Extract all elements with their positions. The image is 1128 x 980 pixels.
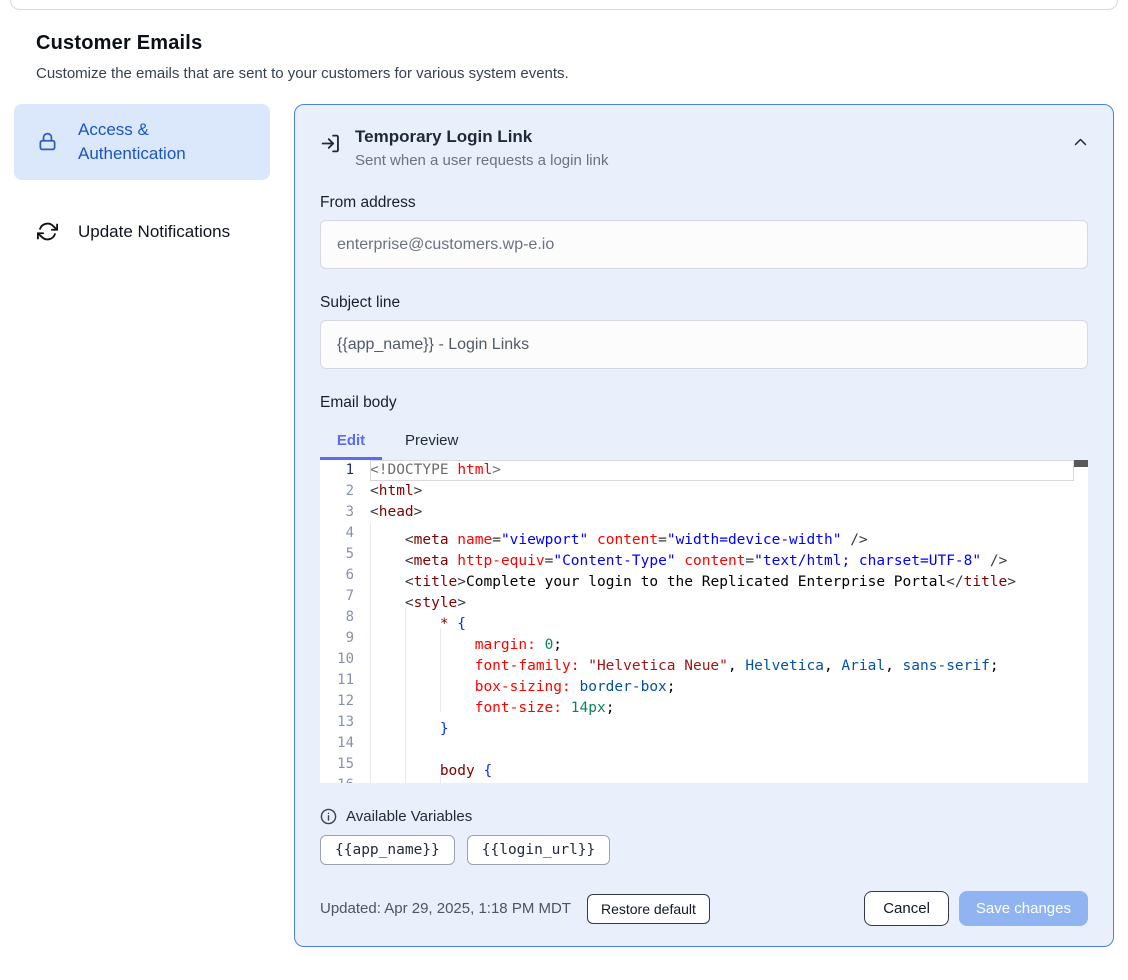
- code-line: 10font-family: "Helvetica Neue", Helveti…: [320, 649, 1088, 670]
- variable-chips: {{app_name}} {{login_url}}: [320, 835, 1088, 865]
- tab-preview[interactable]: Preview: [405, 432, 458, 460]
- code-line: 14: [320, 733, 1088, 754]
- from-address-label: From address: [320, 194, 1088, 212]
- editor-scrollbar-thumb[interactable]: [1074, 460, 1088, 467]
- previous-card-bottom-edge: [10, 0, 1118, 10]
- code-line: 8* {: [320, 607, 1088, 628]
- code-line: 15body {: [320, 754, 1088, 775]
- variable-chip-app-name[interactable]: {{app_name}}: [320, 835, 455, 865]
- code-editor[interactable]: 1<!DOCTYPE html>2<html>3<head>4<meta nam…: [320, 460, 1088, 783]
- subject-line-input[interactable]: [320, 320, 1088, 369]
- code-editor-lines: 1<!DOCTYPE html>2<html>3<head>4<meta nam…: [320, 460, 1088, 783]
- code-line: 16background-color: #ffffff;: [320, 775, 1088, 783]
- email-settings-panel: Temporary Login Link Sent when a user re…: [294, 104, 1114, 947]
- available-variables-row: Available Variables: [320, 808, 1088, 825]
- info-icon: [320, 808, 337, 825]
- code-line: 13}: [320, 712, 1088, 733]
- code-line: 1<!DOCTYPE html>: [320, 460, 1088, 481]
- email-body-label: Email body: [320, 394, 1088, 412]
- code-line: 12font-size: 14px;: [320, 691, 1088, 712]
- available-variables-label: Available Variables: [346, 808, 472, 825]
- variable-chip-login-url[interactable]: {{login_url}}: [467, 835, 611, 865]
- code-line: 3<head>: [320, 502, 1088, 523]
- updated-timestamp: Updated: Apr 29, 2025, 1:18 PM MDT: [320, 900, 571, 917]
- restore-default-button[interactable]: Restore default: [587, 894, 710, 924]
- panel-footer: Updated: Apr 29, 2025, 1:18 PM MDT Resto…: [320, 891, 1088, 926]
- code-line: 4<meta name="viewport" content="width=de…: [320, 523, 1088, 544]
- page-title: Customer Emails: [36, 32, 1092, 55]
- code-line: 6<title>Complete your login to the Repli…: [320, 565, 1088, 586]
- footer-actions: Cancel Save changes: [864, 891, 1088, 926]
- panel-header: Temporary Login Link Sent when a user re…: [320, 127, 1088, 169]
- code-line: 2<html>: [320, 481, 1088, 502]
- page-description: Customize the emails that are sent to yo…: [36, 65, 1092, 82]
- editor-tabs: Edit Preview: [320, 429, 1088, 460]
- sidebar-item-label: Access & Authentication: [78, 118, 246, 166]
- subject-line-label: Subject line: [320, 294, 1088, 312]
- from-address-input[interactable]: [320, 220, 1088, 269]
- panel-title: Temporary Login Link: [355, 127, 608, 147]
- code-line: 9margin: 0;: [320, 628, 1088, 649]
- chevron-up-icon[interactable]: [1073, 137, 1088, 147]
- refresh-icon: [36, 221, 58, 242]
- save-changes-button[interactable]: Save changes: [959, 891, 1088, 926]
- cancel-button[interactable]: Cancel: [864, 891, 949, 926]
- code-line: 5<meta http-equiv="Content-Type" content…: [320, 544, 1088, 565]
- tab-edit[interactable]: Edit: [320, 432, 382, 460]
- sidebar-item-access-authentication[interactable]: Access & Authentication: [14, 104, 270, 180]
- panel-subtitle: Sent when a user requests a login link: [355, 152, 608, 169]
- log-in-icon: [320, 133, 341, 154]
- panel-header-text: Temporary Login Link Sent when a user re…: [355, 127, 608, 169]
- sidebar: Access & Authentication Update Notificat…: [14, 104, 270, 257]
- sidebar-item-update-notifications[interactable]: Update Notifications: [14, 206, 270, 258]
- code-line: 11box-sizing: border-box;: [320, 670, 1088, 691]
- content-row: Access & Authentication Update Notificat…: [14, 104, 1114, 947]
- sidebar-item-label: Update Notifications: [78, 220, 230, 244]
- code-line: 7<style>: [320, 586, 1088, 607]
- page-header: Customer Emails Customize the emails tha…: [0, 10, 1128, 82]
- lock-icon: [36, 131, 58, 152]
